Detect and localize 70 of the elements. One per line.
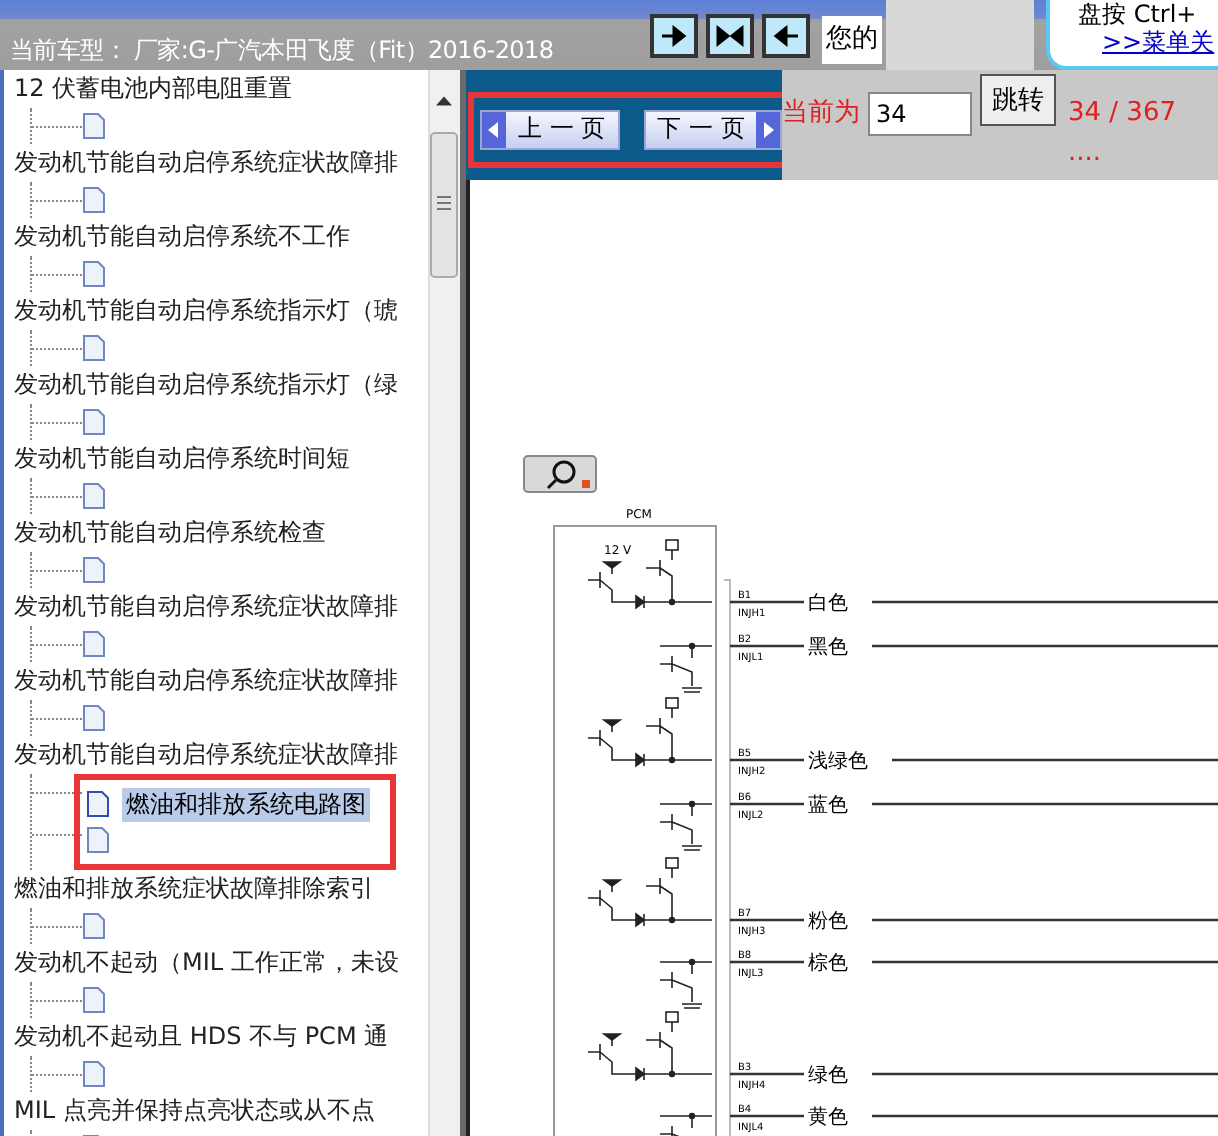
- driver-circuit-drawing: [587, 697, 713, 768]
- wire-line: [730, 758, 804, 762]
- driver-circuit-drawing: [587, 857, 713, 928]
- wire-line: [730, 644, 804, 648]
- wire-color-label: 白色: [808, 593, 848, 615]
- wire-color-label: 黄色: [808, 1107, 848, 1129]
- wire-color-label: 棕色: [808, 953, 848, 975]
- tree-item[interactable]: 发动机节能自动启停系统不工作: [14, 218, 350, 256]
- zoom-button[interactable]: [523, 455, 597, 493]
- tree-item[interactable]: 发动机节能自动启停系统症状故障排: [14, 662, 398, 700]
- panel-toggle-button[interactable]: [762, 13, 810, 57]
- arrow-icon: [716, 23, 744, 47]
- tree-item[interactable]: 发动机节能自动启停系统指示灯（绿: [14, 366, 398, 404]
- vehicle-model-title: 当前车型： 厂家:G-广汽本田飞度（Fit）2016-2018: [8, 34, 554, 66]
- document-icon[interactable]: [82, 912, 106, 940]
- document-icon[interactable]: [82, 186, 106, 214]
- tree-item[interactable]: 发动机不起动且 HDS 不与 PCM 通: [14, 1018, 389, 1056]
- tree-item[interactable]: 12 伏蓄电池内部电阻重置: [14, 70, 293, 108]
- tree-item[interactable]: 发动机节能自动启停系统症状故障排: [14, 588, 398, 626]
- document-icon[interactable]: [82, 556, 106, 584]
- panel-toggle-button[interactable]: [706, 13, 754, 57]
- tree-item[interactable]: MIL 点亮并保持点亮状态或从不点: [14, 1092, 375, 1130]
- arrow-icon: [660, 23, 688, 47]
- document-icon[interactable]: [82, 630, 106, 658]
- driver-circuit-drawing: [659, 642, 713, 693]
- page-number-field[interactable]: 34: [868, 92, 972, 136]
- scrollbar-track[interactable]: [428, 70, 460, 1136]
- document-icon[interactable]: [82, 408, 106, 436]
- document-icon[interactable]: [82, 704, 106, 732]
- tree-item[interactable]: 发动机节能自动启停系统时间短: [14, 440, 350, 478]
- scrollbar-thumb[interactable]: [430, 132, 458, 280]
- previous-page-button[interactable]: 上 一 页: [480, 109, 620, 149]
- wire-line: [730, 600, 804, 604]
- scroll-up-icon[interactable]: [436, 96, 452, 106]
- wire-line: [730, 1114, 804, 1118]
- greeting-text: 您的: [822, 16, 882, 64]
- tree-item[interactable]: 发动机节能自动启停系统检查: [14, 514, 326, 552]
- document-icon[interactable]: [82, 986, 106, 1014]
- current-page-label: 当前为: [782, 96, 860, 132]
- page-count-text: 34 / 367 ....: [1068, 96, 1178, 172]
- document-icon[interactable]: [82, 1060, 106, 1088]
- tree-item[interactable]: 发动机节能自动启停系统症状故障排: [14, 736, 398, 774]
- wire-color-label: 绿色: [808, 1065, 848, 1087]
- driver-circuit-drawing: [587, 539, 713, 610]
- wire-line: [730, 918, 804, 922]
- next-page-button[interactable]: 下 一 页: [643, 109, 783, 149]
- document-icon[interactable]: [82, 112, 106, 140]
- tree-item[interactable]: 发动机节能自动启停系统指示灯（琥: [14, 292, 398, 330]
- wire-line: [730, 960, 804, 964]
- document-icon[interactable]: [82, 260, 106, 288]
- wire-color-label: 浅绿色: [808, 751, 868, 773]
- tree-item[interactable]: 燃油和排放系统症状故障排除索引: [14, 870, 374, 908]
- tree-leaf-item[interactable]: 燃油和排放系统电路图: [122, 787, 370, 821]
- wire-color-label: 蓝色: [808, 795, 848, 817]
- menu-link[interactable]: >>菜单关: [1078, 28, 1215, 56]
- shortcut-hint-text: 盘按 Ctrl+: [1078, 0, 1197, 28]
- wire-color-label: 黑色: [808, 637, 848, 659]
- jump-button[interactable]: 跳转: [980, 74, 1056, 126]
- document-icon[interactable]: [82, 334, 106, 362]
- driver-circuit-drawing: [659, 800, 713, 851]
- tree-item[interactable]: 发动机节能自动启停系统症状故障排: [14, 144, 398, 182]
- document-icon[interactable]: [82, 482, 106, 510]
- wire-color-label: 粉色: [808, 911, 848, 933]
- document-icon[interactable]: [86, 826, 110, 854]
- tree-item[interactable]: 发动机不起动（MIL 工作正常，未设: [14, 944, 399, 982]
- document-icon[interactable]: [86, 790, 110, 818]
- panel-toggle-button[interactable]: [650, 13, 698, 57]
- wire-line: [730, 802, 804, 806]
- arrow-icon: [772, 23, 800, 47]
- wire-line: [730, 1072, 804, 1076]
